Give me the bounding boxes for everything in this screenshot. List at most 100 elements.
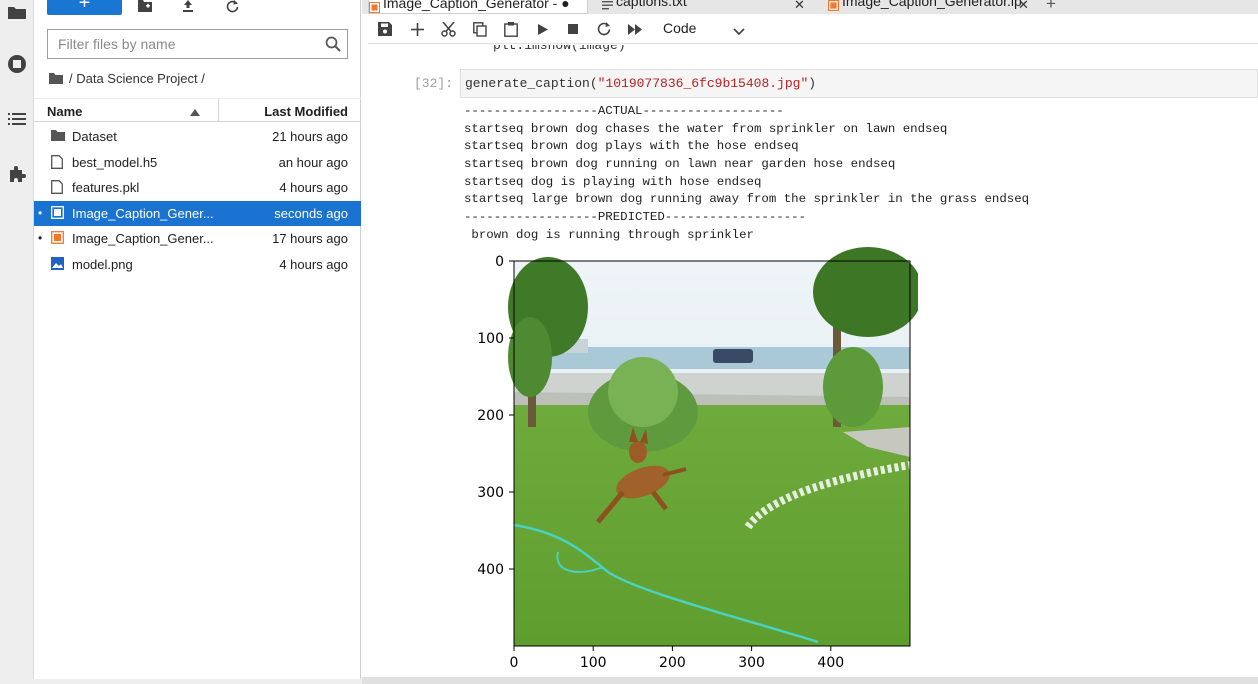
tab-image-caption-generator-ipynb[interactable]: Image_Caption_Generator.ip	[828, 0, 1028, 14]
file-name: best_model.h5	[72, 154, 158, 170]
image-plot: 0 100 200 300 400 0 100 200 300 400	[458, 247, 923, 677]
new-folder-icon[interactable]	[136, 0, 154, 14]
output-line: ------------------PREDICTED-------------…	[464, 210, 807, 225]
x-tick-label: 0	[510, 655, 519, 671]
copy-icon[interactable]	[471, 20, 489, 38]
file-name: Image_Caption_Gener...	[72, 231, 214, 247]
filter-files-field	[47, 29, 348, 59]
y-tick-label: 300	[477, 485, 504, 501]
cut-icon[interactable]	[439, 20, 457, 38]
restart-icon[interactable]	[595, 20, 613, 38]
code-string: "1019077836_6fc9b15408.jpg"	[597, 76, 809, 91]
x-axis: 0 100 200 300 400	[510, 646, 844, 671]
breadcrumb-path[interactable]: / Data Science Project /	[69, 71, 205, 86]
activity-bar	[0, 0, 34, 684]
output-line: startseq large brown dog running away fr…	[464, 192, 1030, 207]
output-line: startseq brown dog plays with the hose e…	[464, 139, 799, 154]
upload-icon[interactable]	[179, 0, 197, 14]
file-modified: an hour ago	[278, 154, 348, 170]
output-line: startseq brown dog running on lawn near …	[464, 157, 896, 172]
running-indicator: •	[38, 231, 43, 246]
file-browser: + / Data Science Project / Name Last Mod…	[34, 0, 361, 684]
cell-type-select[interactable]: Code	[663, 20, 696, 36]
file-list-header: Name Last Modified	[34, 98, 361, 122]
tab-label: Image_Caption_Generator.ip	[842, 0, 1022, 9]
image-plot-svg: 0 100 200 300 400 0 100 200 300 400	[477, 247, 923, 671]
breadcrumb: / Data Science Project /	[49, 70, 205, 86]
notebook-panel: Image_Caption_Generator - ● captions.txt…	[362, 0, 1258, 684]
close-icon[interactable]: ✕	[1018, 0, 1029, 13]
save-icon[interactable]	[376, 20, 394, 38]
running-indicator: •	[38, 205, 43, 220]
sort-ascending-icon	[190, 104, 200, 116]
close-icon[interactable]: ✕	[794, 0, 805, 13]
output-line: ------------------ACTUAL----------------…	[464, 104, 784, 118]
file-name: features.pkl	[72, 180, 140, 196]
chevron-down-icon[interactable]	[733, 24, 745, 36]
folder-icon[interactable]	[49, 72, 63, 84]
code-cell-input[interactable]: generate_caption("1019077836_6fc9b15408.…	[460, 69, 1258, 98]
folder-icon[interactable]	[5, 0, 29, 24]
run-icon[interactable]	[534, 20, 552, 38]
file-modified: 21 hours ago	[272, 129, 348, 144]
x-tick-label: 300	[738, 655, 765, 671]
notebook-toolbar: Code	[368, 14, 1258, 44]
x-tick-label: 100	[580, 655, 607, 671]
output-line: startseq dog is playing with hose endseq	[464, 174, 762, 189]
name-column-header[interactable]: Name	[47, 104, 82, 119]
stop-icon[interactable]	[564, 20, 582, 38]
insert-cell-icon[interactable]	[408, 20, 426, 38]
column-divider[interactable]	[218, 99, 219, 122]
file-modified: 4 hours ago	[279, 257, 348, 272]
notebook-icon	[51, 231, 65, 245]
file-row[interactable]: • Image_Caption_Gener... 17 hours ago	[34, 226, 361, 251]
notebook-icon	[828, 0, 839, 11]
filter-files-input[interactable]	[48, 30, 318, 58]
horizontal-scrollbar[interactable]	[362, 677, 1258, 684]
toc-icon[interactable]	[5, 107, 29, 131]
running-icon[interactable]	[5, 52, 29, 76]
y-tick-label: 200	[477, 408, 504, 424]
cell-code[interactable]: generate_caption("1019077836_6fc9b15408.…	[465, 76, 816, 91]
tab-image-caption-generator[interactable]: Image_Caption_Generator - ●	[368, 0, 588, 14]
y-tick-label: 100	[477, 331, 504, 347]
refresh-icon[interactable]	[223, 0, 241, 14]
text-file-icon	[602, 0, 613, 10]
modified-column-header[interactable]: Last Modified	[264, 104, 348, 119]
extension-icon[interactable]	[5, 162, 29, 186]
file-icon	[51, 180, 65, 195]
previous-cell-code: plt.imshow(image)	[493, 45, 626, 53]
status-strip	[0, 679, 362, 684]
file-row[interactable]: • Image_Caption_Gener... seconds ago	[34, 200, 361, 226]
file-row[interactable]: features.pkl 4 hours ago	[34, 175, 361, 200]
output-line: startseq brown dog chases the water from…	[464, 121, 948, 136]
file-name: model.png	[72, 257, 133, 272]
cell-prompt: [32]:	[414, 76, 454, 91]
tab-label: Image_Caption_Generator - ●	[383, 0, 570, 11]
code-close-paren: )	[808, 76, 817, 91]
x-tick-label: 400	[817, 655, 844, 671]
notebook-icon	[51, 205, 65, 220]
y-tick-label: 400	[477, 562, 504, 578]
add-tab-icon[interactable]: +	[1046, 0, 1056, 14]
paste-icon[interactable]	[502, 20, 520, 38]
file-icon	[51, 154, 65, 169]
file-row[interactable]: Dataset 21 hours ago	[34, 124, 361, 149]
photo	[508, 247, 923, 646]
cell-output: ------------------ACTUAL----------------…	[464, 103, 1029, 245]
new-launcher-button[interactable]: +	[47, 0, 122, 15]
file-modified: 4 hours ago	[279, 180, 348, 196]
code-function: generate_caption(	[465, 76, 598, 91]
image-icon	[51, 257, 65, 271]
file-name: Dataset	[72, 129, 117, 144]
notebook-cells: plt.imshow(image) [32]: generate_caption…	[368, 45, 1258, 677]
tab-captions-txt[interactable]: captions.txt	[602, 0, 812, 14]
y-tick-label: 0	[495, 254, 504, 270]
file-row[interactable]: best_model.h5 an hour ago	[34, 150, 361, 175]
tab-bar: Image_Caption_Generator - ● captions.txt…	[362, 0, 1258, 14]
file-row[interactable]: model.png 4 hours ago	[34, 252, 361, 277]
run-all-icon[interactable]	[626, 20, 644, 38]
notebook-icon	[369, 0, 380, 13]
x-tick-label: 200	[659, 655, 686, 671]
tab-label: captions.txt	[616, 0, 687, 9]
